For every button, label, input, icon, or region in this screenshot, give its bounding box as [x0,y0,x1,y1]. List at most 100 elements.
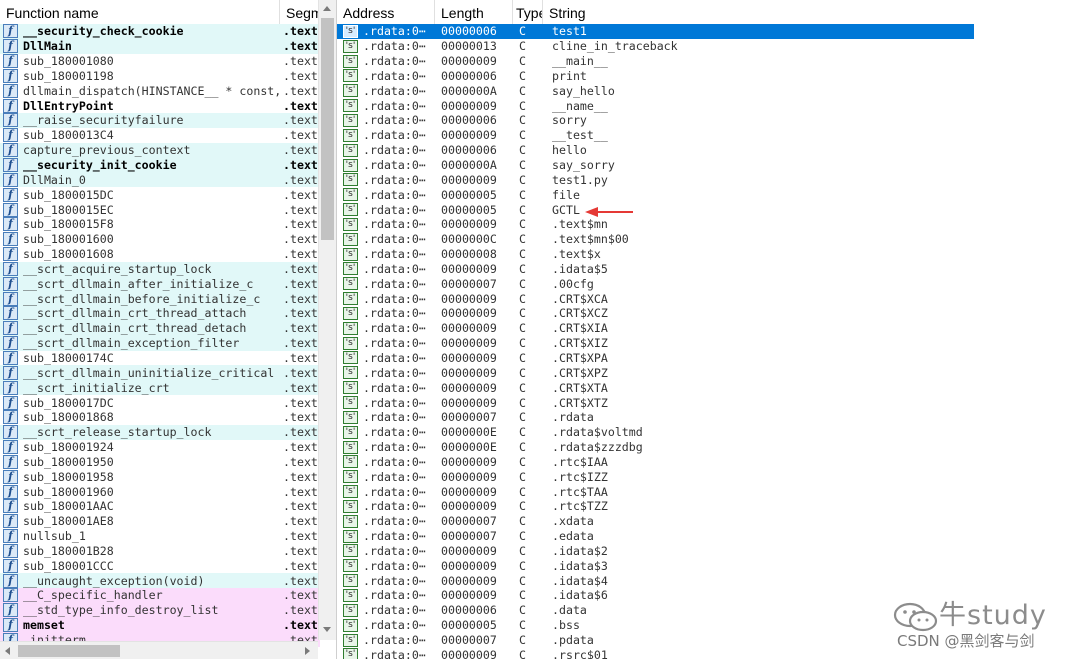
string-row[interactable]: 's' .rdata:0⋯ 00000007 C .rdata [337,410,974,425]
string-row[interactable]: 's' .rdata:0⋯ 00000007 C .xdata [337,514,974,529]
column-header-string[interactable]: String [543,0,974,26]
function-row[interactable]: f sub_180001AE8 .text [0,514,320,529]
function-row[interactable]: f sub_1800013C4 .text [0,128,320,143]
string-row[interactable]: 's' .rdata:0⋯ 00000006 Ctest1 [337,24,974,39]
string-row[interactable]: 's' .rdata:0⋯ 00000009 C .CRT$XPZ [337,365,974,380]
function-row[interactable]: f sub_180001600 .text [0,232,320,247]
function-row[interactable]: f __security_check_cookie .text [0,24,320,39]
string-row[interactable]: 's' .rdata:0⋯ 00000009 C .idata$4 [337,573,974,588]
string-row[interactable]: 's' .rdata:0⋯ 00000009 C .CRT$XIA [337,321,974,336]
string-row[interactable]: 's' .rdata:0⋯ 00000009 C .CRT$XPA [337,351,974,366]
column-header-function-name[interactable]: Function name [0,0,280,26]
string-row[interactable]: 's' .rdata:0⋯ 00000009 C .idata$6 [337,588,974,603]
function-row[interactable]: f __scrt_dllmain_uninitialize_critical .te… [0,365,320,381]
string-row[interactable]: 's' .rdata:0⋯ 00000006 C .data [337,603,974,618]
function-row[interactable]: f sub_18000174C .text [0,350,320,366]
function-row[interactable]: f __security_init_cookie .text [0,157,320,173]
function-row[interactable]: f sub_1800017DC .text [0,395,320,410]
function-row[interactable]: f __std_type_info_destroy_list .text [0,602,320,618]
column-header-segment[interactable]: Segm [280,0,318,26]
function-row[interactable]: f sub_180001924 .text [0,440,320,455]
string-row[interactable]: 's' .rdata:0⋯ 0000000E C .rdata$voltmd [337,425,974,440]
string-row[interactable]: 's' .rdata:0⋯ 00000009 Ctest1.py [337,172,974,187]
function-row[interactable]: f __raise_securityfailure .text [0,113,320,128]
horizontal-scroll-thumb[interactable] [18,645,120,657]
function-row[interactable]: f nullsub_1 .text [0,529,320,544]
string-row[interactable]: 's' .rdata:0⋯ 00000007 C .pdata [337,633,974,648]
column-header-type[interactable]: Type [513,0,543,26]
string-row[interactable]: 's' .rdata:0⋯ 00000009 C .CRT$XCZ [337,306,974,321]
function-row[interactable]: f __scrt_dllmain_before_initialize_c .text [0,291,320,307]
string-row[interactable]: 's' .rdata:0⋯ 00000009 C __test__ [337,128,974,143]
string-row[interactable]: 's' .rdata:0⋯ 00000008 C .text$x [337,247,974,262]
string-row[interactable]: 's' .rdata:0⋯ 00000005 C GCTL [337,202,974,217]
function-row[interactable]: f __scrt_dllmain_crt_thread_detach .text [0,320,320,336]
string-value: .rtc$IZZ [552,469,608,484]
function-row[interactable]: f sub_180001958 .text [0,469,320,484]
function-row[interactable]: f sub_1800015F8 .text [0,217,320,232]
scroll-right-arrow-icon[interactable] [305,647,310,655]
function-row[interactable]: f DllEntryPoint .text [0,98,320,113]
string-row[interactable]: 's' .rdata:0⋯ 0000000A Csay_hello [337,83,974,98]
functions-vertical-scrollbar[interactable] [318,0,336,640]
function-row[interactable]: f capture_previous_context .text [0,142,320,158]
string-row[interactable]: 's' .rdata:0⋯ 00000009 C .rsrc$01 [337,647,974,659]
string-row[interactable]: 's' .rdata:0⋯ 00000007 C .00cfg [337,276,974,291]
scroll-up-arrow-icon[interactable] [323,6,331,11]
functions-horizontal-scrollbar[interactable] [0,641,318,659]
string-row[interactable]: 's' .rdata:0⋯ 00000007 C .edata [337,529,974,544]
function-row[interactable]: f sub_180001950 .text [0,454,320,469]
function-row[interactable]: f __scrt_dllmain_after_initialize_c .text [0,276,320,292]
string-row[interactable]: 's' .rdata:0⋯ 0000000A Csay_sorry [337,158,974,173]
string-row[interactable]: 's' .rdata:0⋯ 00000009 C __main__ [337,54,974,69]
function-row[interactable]: f sub_180001608 .text [0,247,320,262]
function-row[interactable]: f sub_1800015EC .text [0,202,320,217]
string-row[interactable]: 's' .rdata:0⋯ 0000000E C .rdata$zzzdbg [337,440,974,455]
function-row[interactable]: f __scrt_acquire_startup_lock .text [0,261,320,277]
function-row[interactable]: f __scrt_dllmain_crt_thread_attach .text [0,306,320,321]
string-row[interactable]: 's' .rdata:0⋯ 00000009 C .rtc$IAA [337,454,974,469]
function-row[interactable]: f DllMain .text [0,38,320,54]
function-row[interactable]: f __C_specific_handler .text [0,588,320,603]
column-header-address[interactable]: Address [337,0,435,26]
function-row[interactable]: f sub_180001AAC .text [0,499,320,514]
string-row[interactable]: 's' .rdata:0⋯ 00000009 C .CRT$XTZ [337,395,974,410]
function-row[interactable]: f sub_180001B28 .text [0,543,320,559]
string-length: 00000009 [441,647,497,659]
function-row[interactable]: f sub_180001080 .text [0,54,320,69]
string-row[interactable]: 's' .rdata:0⋯ 00000009 C .rtc$TZZ [337,499,974,514]
string-row[interactable]: 's' .rdata:0⋯ 00000009 C .rtc$IZZ [337,469,974,484]
string-row[interactable]: 's' .rdata:0⋯ 00000009 C .idata$3 [337,558,974,573]
string-row[interactable]: 's' .rdata:0⋯ 00000005 C .bss [337,618,974,633]
string-row[interactable]: 's' .rdata:0⋯ 00000009 C .idata$5 [337,262,974,277]
function-row[interactable]: f dllmain_dispatch(HINSTANCE__ * const,u⋯… [0,83,320,98]
string-row[interactable]: 's' .rdata:0⋯ 00000005 Cfile [337,187,974,202]
function-row[interactable]: f __scrt_dllmain_exception_filter .text [0,335,320,351]
function-row[interactable]: f __scrt_release_startup_lock .text [0,424,320,440]
string-row[interactable]: 's' .rdata:0⋯ 0000000C C .text$mn$00 [337,232,974,247]
function-row[interactable]: f sub_1800015DC .text [0,187,320,202]
function-row[interactable]: f sub_180001CCC .text [0,558,320,573]
string-row[interactable]: 's' .rdata:0⋯ 00000013 Ccline_in_traceback [337,39,974,54]
string-row[interactable]: 's' .rdata:0⋯ 00000006 Cprint [337,69,974,84]
string-row[interactable]: 's' .rdata:0⋯ 00000009 C .rtc$TAA [337,484,974,499]
string-row[interactable]: 's' .rdata:0⋯ 00000009 C .CRT$XIZ [337,336,974,351]
string-row[interactable]: 's' .rdata:0⋯ 00000006 Csorry [337,113,974,128]
function-row[interactable]: f memset .text [0,617,320,633]
string-row[interactable]: 's' .rdata:0⋯ 00000009 C .CRT$XCA [337,291,974,306]
scroll-down-arrow-icon[interactable] [323,627,331,632]
string-row[interactable]: 's' .rdata:0⋯ 00000006 Chello [337,143,974,158]
vertical-scroll-thumb[interactable] [321,18,334,240]
scroll-left-arrow-icon[interactable] [5,647,10,655]
function-row[interactable]: f DllMain_0 .text [0,172,320,188]
function-row[interactable]: f __scrt_initialize_crt .text [0,380,320,396]
string-row[interactable]: 's' .rdata:0⋯ 00000009 C __name__ [337,98,974,113]
function-row[interactable]: f __uncaught_exception(void) .text [0,573,320,589]
column-header-length[interactable]: Length [435,0,513,26]
string-row[interactable]: 's' .rdata:0⋯ 00000009 C .idata$2 [337,544,974,559]
string-row[interactable]: 's' .rdata:0⋯ 00000009 C .CRT$XTA [337,380,974,395]
string-row[interactable]: 's' .rdata:0⋯ 00000009 C .text$mn [337,217,974,232]
function-row[interactable]: f sub_180001960 .text [0,484,320,499]
function-row[interactable]: f sub_180001868 .text [0,410,320,425]
function-row[interactable]: f sub_180001198 .text [0,68,320,84]
